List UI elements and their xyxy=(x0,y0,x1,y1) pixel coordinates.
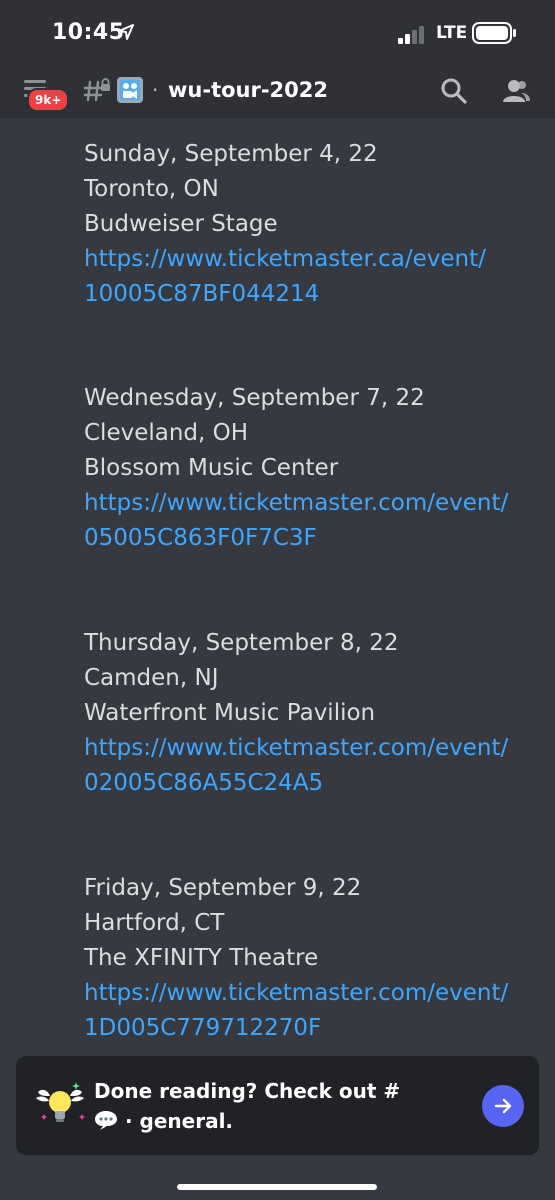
cellular-signal-icon xyxy=(398,26,424,44)
winged-lightbulb-icon xyxy=(36,1082,85,1122)
film-frame-emoji-icon xyxy=(117,77,143,103)
location-arrow-icon xyxy=(118,24,134,40)
event-date: Sunday, September 4, 22 xyxy=(84,141,378,167)
arrow-right-icon xyxy=(494,1098,512,1114)
event-date: Friday, September 9, 22 xyxy=(84,875,362,901)
tour-event: Friday, September 9, 22 Hartford, CT The… xyxy=(84,871,544,1046)
members-icon xyxy=(503,80,530,102)
battery-icon xyxy=(472,22,516,44)
speech-bubble-emoji-icon xyxy=(95,1111,117,1130)
event-date: Thursday, September 8, 22 xyxy=(84,630,399,656)
search-button[interactable] xyxy=(439,76,469,106)
locked-hash-icon xyxy=(84,78,110,102)
event-ticket-link[interactable]: https://www.ticketmaster.ca/event/ 10005… xyxy=(84,242,544,312)
event-date: Wednesday, September 7, 22 xyxy=(84,385,425,411)
done-reading-text: Done reading? Check out # · general. xyxy=(94,1079,401,1133)
event-ticket-link[interactable]: https://www.ticketmaster.com/event/ 0200… xyxy=(84,731,544,801)
event-venue: The XFINITY Theatre xyxy=(84,945,319,971)
status-bar: 10:45 LTE xyxy=(0,0,555,68)
network-type: LTE xyxy=(436,23,468,43)
message-content: Sunday, September 4, 22 Toronto, ON Budw… xyxy=(0,118,555,1058)
done-reading-banner[interactable]: Done reading? Check out # · general. xyxy=(16,1056,539,1155)
tour-event: Thursday, September 8, 22 Camden, NJ Wat… xyxy=(84,626,544,801)
unread-badge: 9k+ xyxy=(27,88,70,112)
open-sidebar-button[interactable]: 9k+ xyxy=(22,76,70,112)
event-city: Toronto, ON xyxy=(84,176,219,202)
home-indicator[interactable] xyxy=(177,1184,377,1190)
channel-name: wu-tour-2022 xyxy=(168,78,329,102)
event-ticket-link[interactable]: https://www.ticketmaster.com/event/ 0500… xyxy=(84,486,544,556)
top-bar: 10:45 LTE 9k+ · wu-tour-2022 xyxy=(0,0,555,118)
event-city: Hartford, CT xyxy=(84,910,225,936)
tour-event: Wednesday, September 7, 22 Cleveland, OH… xyxy=(84,381,544,556)
status-time: 10:45 xyxy=(52,20,125,45)
event-ticket-link[interactable]: https://www.ticketmaster.com/event/ 1D00… xyxy=(84,976,544,1046)
tour-event: Sunday, September 4, 22 Toronto, ON Budw… xyxy=(84,137,544,312)
go-to-channel-button[interactable] xyxy=(482,1085,524,1127)
event-city: Cleveland, OH xyxy=(84,420,249,446)
event-city: Camden, NJ xyxy=(84,665,219,691)
header-separator: · xyxy=(152,78,159,102)
event-venue: Budweiser Stage xyxy=(84,211,278,237)
member-list-button[interactable] xyxy=(500,76,530,106)
search-icon xyxy=(441,78,467,104)
channel-header: 9k+ · wu-tour-2022 xyxy=(0,68,555,118)
event-venue: Blossom Music Center xyxy=(84,455,339,481)
event-venue: Waterfront Music Pavilion xyxy=(84,700,376,726)
